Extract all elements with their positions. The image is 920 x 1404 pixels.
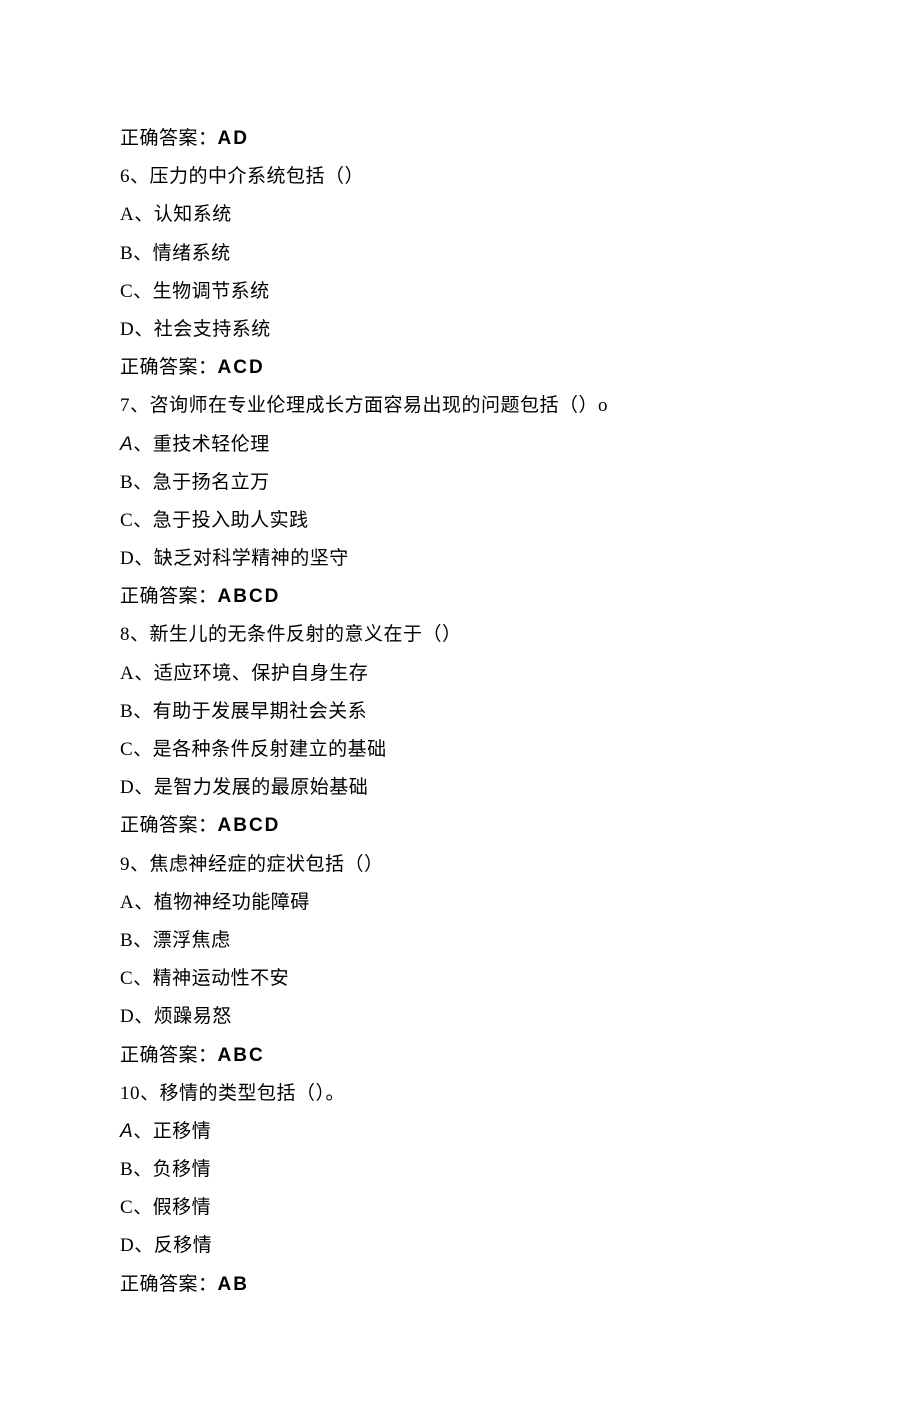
option-b: B、情绪系统: [120, 235, 800, 273]
option-c: C、生物调节系统: [120, 273, 800, 311]
option-a: A、重技术轻伦理: [120, 426, 800, 464]
answer-value: AB: [218, 1274, 249, 1295]
answer-label: 正确答案：: [120, 586, 218, 607]
option-letter: A: [120, 1121, 133, 1142]
question-stem: 9、焦虑神经症的症状包括（）: [120, 846, 800, 884]
answer-label: 正确答案：: [120, 128, 218, 149]
option-c: C、急于投入助人实践: [120, 502, 800, 540]
option-a: A、植物神经功能障碍: [120, 884, 800, 922]
answer-line: 正确答案：ABCD: [120, 578, 800, 616]
question-stem: 7、咨询师在专业伦理成长方面容易出现的问题包括（）o: [120, 387, 800, 425]
option-letter: A: [120, 434, 133, 455]
answer-value: ACD: [218, 357, 265, 378]
answer-value: ABC: [218, 1045, 265, 1066]
option-d: D、社会支持系统: [120, 311, 800, 349]
option-a: A、正移情: [120, 1113, 800, 1151]
answer-line: 正确答案：ACD: [120, 349, 800, 387]
answer-line: 正确答案：AB: [120, 1266, 800, 1304]
answer-line: 正确答案：ABC: [120, 1037, 800, 1075]
question-stem: 8、新生儿的无条件反射的意义在于（）: [120, 616, 800, 654]
option-b: B、负移情: [120, 1151, 800, 1189]
option-a: A、适应环境、保护自身生存: [120, 655, 800, 693]
option-a: A、认知系统: [120, 196, 800, 234]
option-d: D、反移情: [120, 1227, 800, 1265]
option-d: D、缺乏对科学精神的坚守: [120, 540, 800, 578]
answer-line: 正确答案：ABCD: [120, 807, 800, 845]
answer-value: AD: [218, 128, 249, 149]
answer-label: 正确答案：: [120, 1045, 218, 1066]
question-stem: 6、压力的中介系统包括（）: [120, 158, 800, 196]
option-c: C、精神运动性不安: [120, 960, 800, 998]
option-b: B、有助于发展早期社会关系: [120, 693, 800, 731]
answer-label: 正确答案：: [120, 815, 218, 836]
answer-value: ABCD: [218, 815, 281, 836]
option-b: B、急于扬名立万: [120, 464, 800, 502]
document-page: 正确答案：AD 6、压力的中介系统包括（） A、认知系统 B、情绪系统 C、生物…: [0, 0, 920, 1404]
option-d: D、烦躁易怒: [120, 998, 800, 1036]
answer-label: 正确答案：: [120, 357, 218, 378]
option-d: D、是智力发展的最原始基础: [120, 769, 800, 807]
question-stem: 10、移情的类型包括（）。: [120, 1075, 800, 1113]
option-c: C、假移情: [120, 1189, 800, 1227]
option-text: 、重技术轻伦理: [133, 434, 270, 455]
answer-value: ABCD: [218, 586, 281, 607]
answer-line: 正确答案：AD: [120, 120, 800, 158]
answer-label: 正确答案：: [120, 1274, 218, 1295]
option-b: B、漂浮焦虑: [120, 922, 800, 960]
option-text: 、正移情: [133, 1121, 211, 1142]
option-c: C、是各种条件反射建立的基础: [120, 731, 800, 769]
